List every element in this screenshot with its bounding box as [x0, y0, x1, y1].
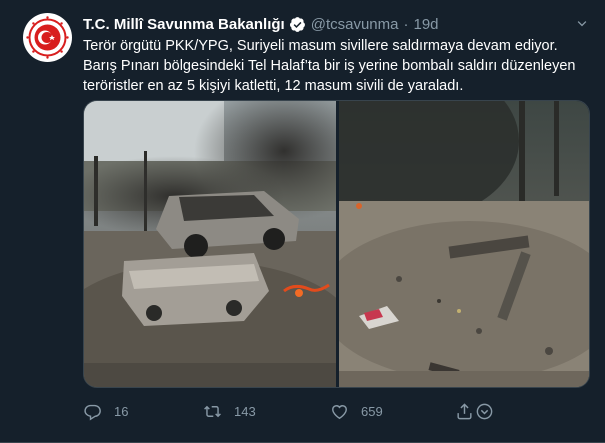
- separator-dot: ·: [403, 15, 409, 33]
- tweet-header: T.C. Millî Savunma Bakanlığı @tcsavunma …: [83, 14, 439, 34]
- tweet-timestamp[interactable]: 19d: [413, 16, 438, 33]
- reply-button[interactable]: 16: [83, 402, 128, 421]
- reply-count: 16: [114, 404, 129, 419]
- tweet-media[interactable]: [83, 100, 590, 388]
- share-icon: [457, 403, 472, 420]
- retweet-button[interactable]: 143: [203, 402, 256, 421]
- tweet-text: Terör örgütü PKK/YPG, Suriyeli masum siv…: [83, 38, 576, 94]
- reply-icon: [84, 404, 101, 421]
- media-photo-rubble[interactable]: [339, 101, 590, 388]
- tweet-card[interactable]: T.C. Millî Savunma Bakanlığı @tcsavunma …: [0, 0, 605, 443]
- retweet-count: 143: [234, 404, 256, 419]
- share-button[interactable]: [455, 402, 474, 421]
- heart-icon: [332, 405, 347, 420]
- chevron-down-icon[interactable]: [574, 16, 590, 32]
- author-handle[interactable]: @tcsavunma: [311, 16, 399, 33]
- retweet-icon: [204, 405, 221, 418]
- avatar[interactable]: [23, 13, 72, 62]
- like-count: 659: [361, 404, 383, 419]
- media-photo-car-wreck[interactable]: [84, 101, 336, 388]
- bookmark-button[interactable]: [475, 402, 494, 421]
- ministry-logo-icon: [23, 13, 72, 62]
- like-button[interactable]: 659: [330, 402, 383, 421]
- tweet-actions: 16 143 659: [83, 402, 503, 424]
- verified-badge-icon: [289, 16, 305, 32]
- author-name[interactable]: T.C. Millî Savunma Bakanlığı: [83, 16, 285, 33]
- bookmark-icon: [476, 403, 493, 420]
